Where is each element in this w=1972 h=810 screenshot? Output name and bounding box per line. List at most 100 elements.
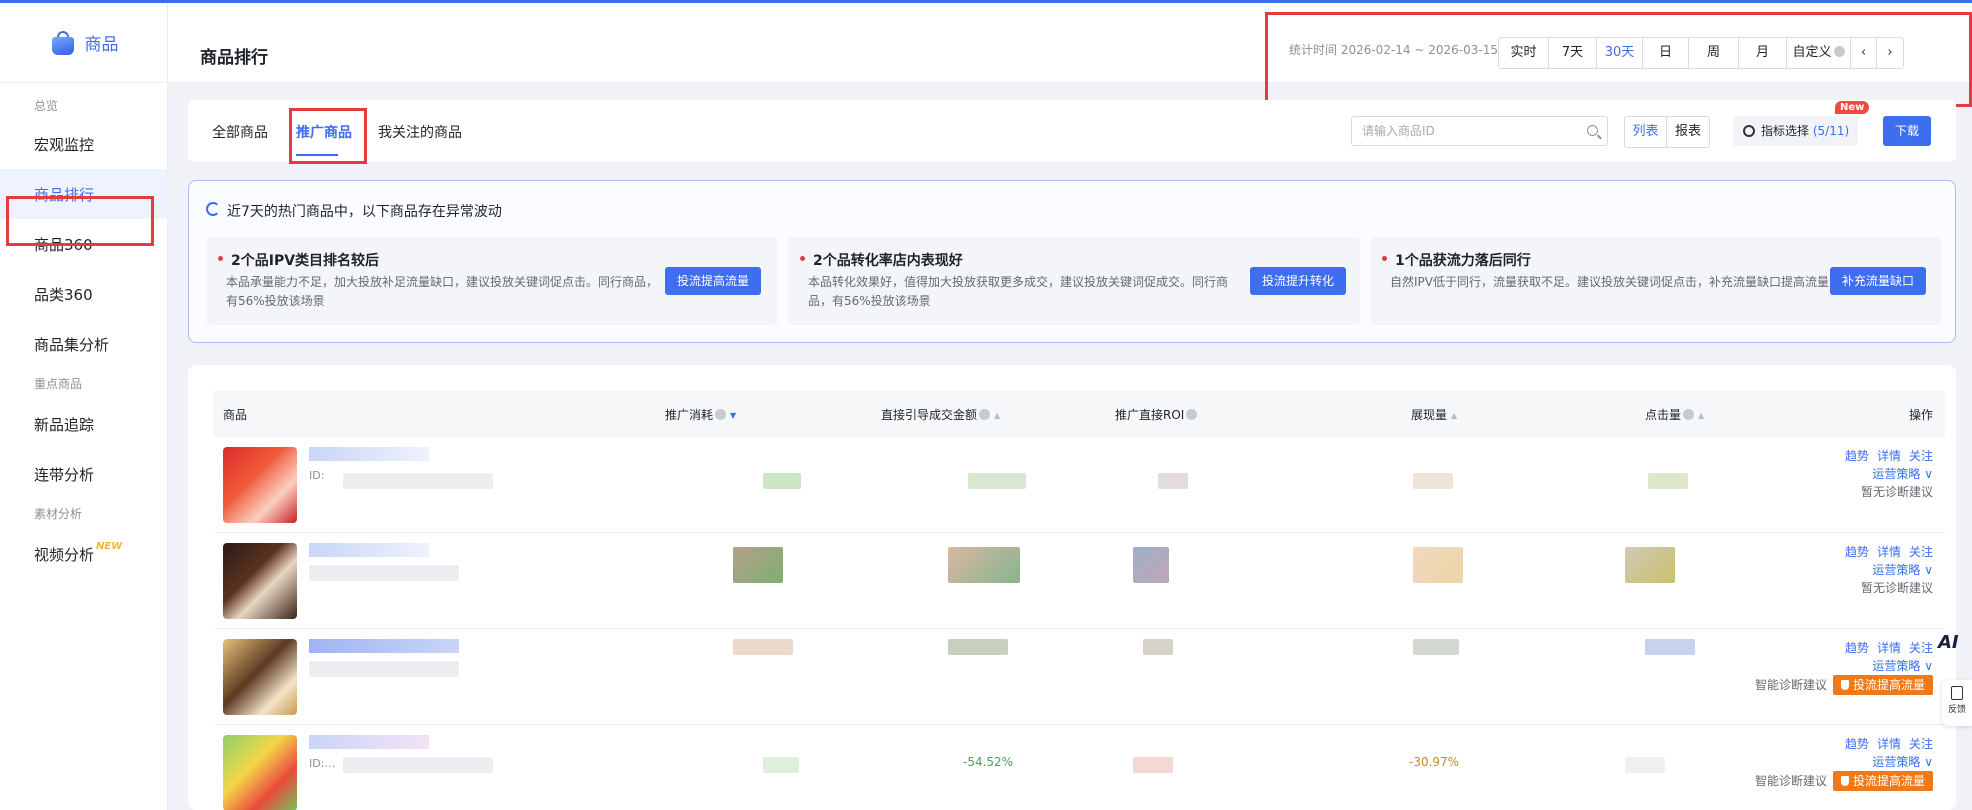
sort-icon[interactable]: ▲ (994, 411, 1000, 420)
tab-all-products[interactable]: 全部商品 (212, 122, 268, 142)
trend-link[interactable]: 趋势 (1845, 737, 1869, 751)
gmv-value-blurred (948, 547, 1020, 583)
search-icon[interactable] (1587, 125, 1598, 136)
trend-link[interactable]: 趋势 (1845, 449, 1869, 463)
detail-link[interactable]: 详情 (1877, 641, 1901, 655)
no-suggestion-text: 暂无诊断建议 (1860, 581, 1933, 595)
boost-traffic-tag[interactable]: 投流提高流量 (1832, 675, 1933, 695)
col-spend[interactable]: 推广消耗 ▼ (665, 406, 736, 423)
impressions-value-blurred (1413, 473, 1453, 489)
detail-link[interactable]: 详情 (1877, 545, 1901, 559)
product-meta-blurred (309, 565, 459, 581)
follow-link[interactable]: 关注 (1909, 545, 1933, 559)
sidebar-item-video[interactable]: 视频分析 NEW (0, 529, 167, 579)
metric-count: (5/11) (1812, 124, 1850, 138)
info-icon (1186, 409, 1198, 420)
table-row: ID: 趋势 详情 关注 运营策略 ∨ 暂无诊断建议 (213, 437, 1945, 533)
smart-suggestion-label: 智能诊断建议 (1754, 774, 1827, 788)
sort-icon[interactable]: ▲ (1451, 411, 1457, 420)
boost-conversion-button[interactable]: 投流提升转化 (1250, 267, 1347, 295)
brand[interactable]: 商品 (0, 3, 167, 83)
product-name-blurred[interactable] (309, 639, 459, 653)
trend-link[interactable]: 趋势 (1845, 641, 1869, 655)
product-thumbnail[interactable] (223, 447, 297, 523)
trend-link[interactable]: 趋势 (1845, 545, 1869, 559)
follow-link[interactable]: 关注 (1909, 449, 1933, 463)
spend-value-blurred (763, 757, 799, 773)
spend-value-blurred (733, 547, 783, 583)
tab-followed-products[interactable]: 我关注的商品 (378, 122, 462, 142)
new-tag: NEW (96, 540, 123, 552)
product-meta-blurred (309, 661, 459, 677)
download-button[interactable]: 下载 (1883, 116, 1931, 146)
col-spend-label: 推广消耗 (665, 408, 714, 422)
info-icon (1683, 409, 1695, 420)
gmv-value-blurred (948, 639, 1008, 655)
sidebar-item-set-analysis[interactable]: 商品集分析 (0, 319, 167, 369)
clicks-value-blurred (1645, 639, 1695, 655)
fill-traffic-gap-button[interactable]: 补充流量缺口 (1830, 267, 1927, 295)
gmv-value-blurred (968, 473, 1026, 489)
col-roi[interactable]: 推广直接ROI (1115, 406, 1198, 423)
nav-group-material: 素材分析 (34, 507, 83, 521)
col-impressions[interactable]: 展现量 ▲ (1411, 406, 1457, 423)
tab-bar: 全部商品 推广商品 我关注的商品 请输入商品ID 列表 报表 指标选择 (5/1… (188, 100, 1956, 162)
alert-card-desc: 自然IPV低于同行，流量获取不足。建议投放关键词促点击，补充流量缺口提高流量 (1390, 275, 1829, 289)
clicks-change: -30.97% (1409, 755, 1460, 769)
alert-card-traffic: 1个品获流力落后同行 自然IPV低于同行，流量获取不足。建议投放关键词促点击，补… (1370, 237, 1942, 325)
row-actions: 趋势 详情 关注 运营策略 ∨ 智能诊断建议 投流提高流量 (1755, 639, 1933, 695)
product-thumbnail[interactable] (223, 543, 297, 619)
product-name-blurred[interactable] (309, 543, 429, 557)
product-thumbnail[interactable] (223, 735, 297, 810)
ai-assistant-button[interactable]: AI (1938, 632, 1959, 653)
info-icon (979, 409, 991, 420)
feedback-button[interactable]: 反馈 (1942, 680, 1972, 726)
product-meta-blurred (343, 473, 493, 489)
col-actions: 操作 (1908, 408, 1933, 422)
sort-icon[interactable]: ▲ (1698, 411, 1704, 420)
detail-link[interactable]: 详情 (1877, 449, 1901, 463)
product-name-blurred[interactable] (309, 447, 429, 461)
product-id-search-input[interactable]: 请输入商品ID (1351, 116, 1608, 146)
detail-link[interactable]: 详情 (1877, 737, 1901, 751)
sidebar-item-video-label: 视频分析 (34, 545, 95, 564)
sort-icon[interactable]: ▼ (730, 411, 736, 420)
row-actions: 趋势 详情 关注 运营策略 ∨ 智能诊断建议 投流提高流量 (1755, 735, 1933, 791)
alert-card-ipv: 2个品IPV类目排名较后 本品承量能力不足，加大投放补足流量缺口，建议投放关键词… (206, 237, 778, 325)
follow-link[interactable]: 关注 (1909, 737, 1933, 751)
boost-traffic-button[interactable]: 投流提高流量 (665, 267, 762, 295)
boost-traffic-tag[interactable]: 投流提高流量 (1832, 771, 1933, 791)
sidebar-item-macro[interactable]: 宏观监控 (0, 119, 167, 169)
roi-value-blurred (1133, 547, 1169, 583)
clicks-value-blurred (1648, 473, 1688, 489)
strategy-dropdown[interactable]: 运营策略 ∨ (1872, 659, 1933, 673)
sidebar-item-bundle[interactable]: 连带分析 (0, 449, 167, 499)
metric-label: 指标选择 (1761, 124, 1810, 138)
view-list-button[interactable]: 列表 (1625, 117, 1667, 147)
row-actions: 趋势 详情 关注 运营策略 ∨ 暂无诊断建议 (1837, 447, 1933, 501)
product-thumbnail[interactable] (223, 639, 297, 715)
col-clicks[interactable]: 点击量 ▲ (1645, 406, 1704, 423)
strategy-dropdown[interactable]: 运营策略 ∨ (1872, 467, 1933, 481)
info-icon (715, 409, 727, 420)
metric-select-button[interactable]: 指标选择 (5/11) (1733, 116, 1858, 146)
highlight-frame-sidebar (6, 196, 154, 246)
strategy-dropdown[interactable]: 运营策略 ∨ (1872, 563, 1933, 577)
col-direct-gmv[interactable]: 直接引导成交金额 ▲ (881, 406, 1000, 423)
sidebar-item-category360[interactable]: 品类360 (0, 269, 167, 319)
sidebar: 商品 总览 宏观监控 商品排行 商品360 品类360 商品集分析 重点商品 新… (0, 3, 168, 810)
roi-value-blurred (1158, 473, 1188, 489)
alert-card-title: 1个品获流力落后同行 (1382, 250, 1531, 270)
product-name-blurred[interactable] (309, 735, 429, 749)
impressions-value-blurred (1413, 547, 1463, 583)
col-product: 商品 (223, 408, 248, 422)
follow-link[interactable]: 关注 (1909, 641, 1933, 655)
strategy-dropdown[interactable]: 运营策略 ∨ (1872, 755, 1933, 769)
highlight-frame-tab (289, 108, 367, 164)
view-report-button[interactable]: 报表 (1667, 117, 1709, 147)
table-row: ID:… -54.52% -30.97% 趋势 详情 关注 运营策略 ∨ 智能诊断建… (213, 725, 1945, 810)
nav-group-key: 重点商品 (34, 377, 83, 391)
settings-icon (1743, 125, 1755, 137)
sidebar-item-new-tracking[interactable]: 新品追踪 (0, 399, 167, 449)
no-suggestion-text: 暂无诊断建议 (1860, 485, 1933, 499)
